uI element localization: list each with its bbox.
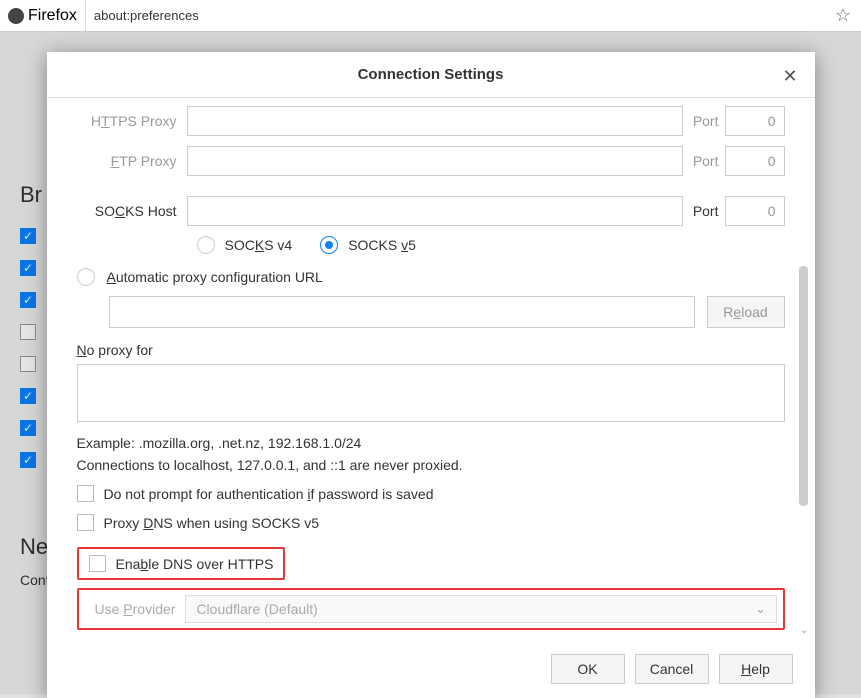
ftp-port-input[interactable] xyxy=(725,146,785,176)
localhost-hint: Connections to localhost, 127.0.0.1, and… xyxy=(77,457,785,473)
proxy-dns-label: Proxy DNS when using SOCKS v5 xyxy=(104,515,320,531)
cancel-button[interactable]: Cancel xyxy=(635,654,709,684)
provider-highlight: Use Provider Cloudflare (Default) ⌄ xyxy=(77,588,785,630)
use-provider-label: Use Provider xyxy=(85,601,186,617)
modal-body: ⌄ HTTPS Proxy Port FTP Proxy Port SOCKS … xyxy=(47,98,815,644)
url-bar: Firefox about:preferences ☆ xyxy=(0,0,861,32)
socks-v5-label: SOCKS v5 xyxy=(348,237,416,253)
ftp-proxy-row: FTP Proxy Port xyxy=(77,146,785,176)
proxy-dns-row: Proxy DNS when using SOCKS v5 xyxy=(77,514,785,531)
auto-proxy-url-row: Reload xyxy=(77,296,785,328)
socks-host-input[interactable] xyxy=(187,196,683,226)
enable-doh-checkbox[interactable] xyxy=(89,555,106,572)
example-hint: Example: .mozilla.org, .net.nz, 192.168.… xyxy=(77,435,785,451)
ok-button[interactable]: OK xyxy=(551,654,625,684)
auto-proxy-label: Automatic proxy configuration URL xyxy=(107,269,323,285)
enable-doh-highlight: Enable DNS over HTTPS xyxy=(77,547,286,580)
modal-header: Connection Settings ✕ xyxy=(47,52,815,98)
modal-footer: OK Cancel Help xyxy=(47,644,815,698)
provider-select[interactable]: Cloudflare (Default) ⌄ xyxy=(185,595,776,623)
https-proxy-row: HTTPS Proxy Port xyxy=(77,106,785,136)
https-proxy-label: HTTPS Proxy xyxy=(77,113,187,129)
connection-settings-modal: Connection Settings ✕ ⌄ HTTPS Proxy Port… xyxy=(47,52,815,698)
socks-v5-radio[interactable] xyxy=(320,236,338,254)
enable-doh-label: Enable DNS over HTTPS xyxy=(116,556,274,572)
socks-v4-radio[interactable] xyxy=(197,236,215,254)
no-prompt-row: Do not prompt for authentication if pass… xyxy=(77,485,785,502)
scroll-down-icon[interactable]: ⌄ xyxy=(800,625,808,636)
bookmark-star-icon[interactable]: ☆ xyxy=(825,5,861,26)
socks-version-row: SOCKS v4 SOCKS v5 xyxy=(77,236,785,254)
help-button[interactable]: Help xyxy=(719,654,793,684)
scrollbar[interactable]: ⌄ xyxy=(797,106,811,636)
url-text[interactable]: about:preferences xyxy=(86,8,825,23)
auto-proxy-url-input[interactable] xyxy=(109,296,695,328)
modal-overlay: Connection Settings ✕ ⌄ HTTPS Proxy Port… xyxy=(0,32,861,694)
ftp-proxy-label: FTP Proxy xyxy=(77,153,187,169)
scroll-thumb[interactable] xyxy=(799,266,808,506)
auto-proxy-radio[interactable] xyxy=(77,268,95,286)
port-label: Port xyxy=(683,153,725,169)
socks-port-input[interactable] xyxy=(725,196,785,226)
https-proxy-input[interactable] xyxy=(187,106,683,136)
socks-host-label: SOCKS Host xyxy=(77,203,187,219)
proxy-dns-checkbox[interactable] xyxy=(77,514,94,531)
site-identity[interactable]: Firefox xyxy=(0,0,86,31)
socks-host-row: SOCKS Host Port xyxy=(77,196,785,226)
app-label: Firefox xyxy=(28,7,77,25)
no-proxy-textarea[interactable] xyxy=(77,364,785,422)
no-prompt-label: Do not prompt for authentication if pass… xyxy=(104,486,434,502)
provider-value: Cloudflare (Default) xyxy=(196,601,317,617)
port-label: Port xyxy=(683,203,725,219)
ftp-proxy-input[interactable] xyxy=(187,146,683,176)
close-icon[interactable]: ✕ xyxy=(783,66,801,84)
https-port-input[interactable] xyxy=(725,106,785,136)
firefox-icon xyxy=(8,8,24,24)
reload-button[interactable]: Reload xyxy=(707,296,785,328)
no-prompt-checkbox[interactable] xyxy=(77,485,94,502)
no-proxy-label: No proxy for xyxy=(77,342,785,358)
port-label: Port xyxy=(683,113,725,129)
modal-title: Connection Settings xyxy=(358,66,504,83)
socks-v4-label: SOCKS v4 xyxy=(225,237,293,253)
auto-proxy-row: Automatic proxy configuration URL xyxy=(77,268,785,286)
chevron-down-icon: ⌄ xyxy=(755,602,765,616)
